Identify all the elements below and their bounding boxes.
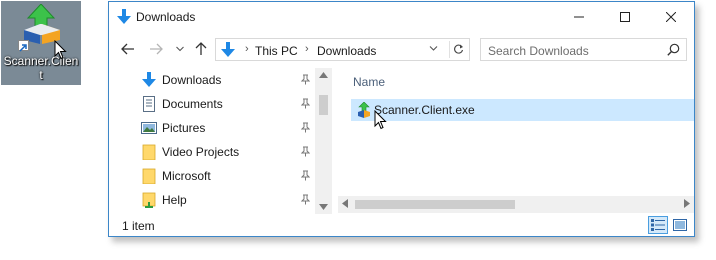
file-list-horizontal-scrollbar[interactable] xyxy=(338,196,694,213)
forward-button[interactable] xyxy=(147,40,165,58)
installer-icon xyxy=(358,102,370,118)
title-bar[interactable]: Downloads xyxy=(109,2,694,32)
minimize-button[interactable] xyxy=(556,2,602,32)
chevron-down-icon[interactable] xyxy=(429,44,438,53)
chevron-down-icon xyxy=(176,46,184,52)
scrollbar-thumb[interactable] xyxy=(355,200,515,209)
close-icon xyxy=(666,12,676,22)
recent-locations-dropdown[interactable] xyxy=(171,40,189,58)
maximize-icon xyxy=(620,12,630,22)
large-icons-view-icon xyxy=(673,219,687,231)
file-list[interactable]: Name Scanner.Client.exe xyxy=(338,68,694,214)
file-name: Scanner.Client.exe xyxy=(374,103,475,117)
pin-icon xyxy=(301,146,310,157)
navigation-pane: Downloads Documents Pictures Video Proje… xyxy=(109,68,332,214)
column-header-name[interactable]: Name xyxy=(353,75,385,89)
scroll-left-arrow-icon[interactable] xyxy=(342,199,348,208)
sidebar-item-help[interactable]: Help xyxy=(109,188,315,212)
desktop-icon-label: Scanner.Clien t xyxy=(3,54,79,82)
pin-icon xyxy=(301,74,310,85)
search-icon xyxy=(667,43,680,56)
pin-icon xyxy=(301,98,310,109)
search-placeholder: Search Downloads xyxy=(488,44,589,58)
sidebar-item-label: Downloads xyxy=(162,73,222,87)
address-bar[interactable]: › This PC › Downloads xyxy=(215,38,470,61)
breadcrumb-this-pc[interactable]: This PC xyxy=(255,44,298,58)
pin-icon xyxy=(301,170,310,181)
search-box[interactable]: Search Downloads xyxy=(480,38,687,61)
sidebar-item-label: Documents xyxy=(162,97,223,111)
breadcrumb-separator-icon: › xyxy=(305,43,309,55)
maximize-button[interactable] xyxy=(602,2,648,32)
breadcrumb-separator-icon: › xyxy=(245,43,249,55)
up-button[interactable] xyxy=(192,40,210,58)
item-count: 1 item xyxy=(122,219,155,233)
mouse-cursor-icon xyxy=(54,40,67,60)
refresh-icon xyxy=(454,44,464,54)
window-title: Downloads xyxy=(136,10,196,24)
pin-icon xyxy=(301,122,310,133)
shortcut-arrow-icon xyxy=(18,40,29,52)
details-view-icon xyxy=(651,219,665,231)
details-view-button[interactable] xyxy=(648,216,668,234)
scroll-right-arrow-icon[interactable] xyxy=(684,199,690,208)
up-arrow-icon xyxy=(195,42,207,55)
folder-icon xyxy=(142,168,156,184)
sidebar-item-label: Help xyxy=(162,193,187,207)
back-arrow-icon xyxy=(121,43,134,55)
explorer-window[interactable]: Downloads › This PC › Downloads Search D… xyxy=(108,1,695,237)
download-arrow-icon xyxy=(117,9,131,24)
desktop-shortcut[interactable]: Scanner.Clien t xyxy=(1,1,81,85)
sidebar-item-label: Video Projects xyxy=(162,145,240,159)
status-bar: 1 item xyxy=(109,214,694,236)
minimize-icon xyxy=(574,16,584,18)
installer-icon xyxy=(24,4,60,44)
navigation-pane-scrollbar[interactable] xyxy=(315,68,332,214)
refresh-button[interactable] xyxy=(449,41,467,58)
breadcrumb-downloads[interactable]: Downloads xyxy=(317,44,376,58)
navigation-bar: › This PC › Downloads Search Downloads xyxy=(109,36,694,64)
scroll-down-arrow-icon[interactable] xyxy=(319,204,328,210)
help-folder-icon xyxy=(142,192,156,208)
back-button[interactable] xyxy=(119,40,137,58)
sidebar-item-microsoft[interactable]: Microsoft xyxy=(109,164,315,188)
scrollbar-thumb[interactable] xyxy=(319,95,328,115)
folder-icon xyxy=(142,144,156,160)
picture-icon xyxy=(141,122,157,134)
sidebar-item-video-projects[interactable]: Video Projects xyxy=(109,140,315,164)
sidebar-item-documents[interactable]: Documents xyxy=(109,92,315,116)
scroll-up-arrow-icon[interactable] xyxy=(319,72,328,78)
sidebar-item-label: Microsoft xyxy=(162,169,211,183)
forward-arrow-icon xyxy=(150,43,163,55)
pin-icon xyxy=(301,194,310,205)
download-arrow-icon xyxy=(221,42,235,57)
sidebar-item-pictures[interactable]: Pictures xyxy=(109,116,315,140)
file-item[interactable]: Scanner.Client.exe xyxy=(351,99,694,121)
close-button[interactable] xyxy=(648,2,694,32)
mouse-cursor-icon xyxy=(374,110,387,130)
sidebar-item-downloads[interactable]: Downloads xyxy=(109,68,315,92)
document-icon xyxy=(143,96,155,112)
download-arrow-icon xyxy=(142,72,156,87)
sidebar-item-label: Pictures xyxy=(162,121,206,135)
large-icons-view-button[interactable] xyxy=(671,216,689,234)
